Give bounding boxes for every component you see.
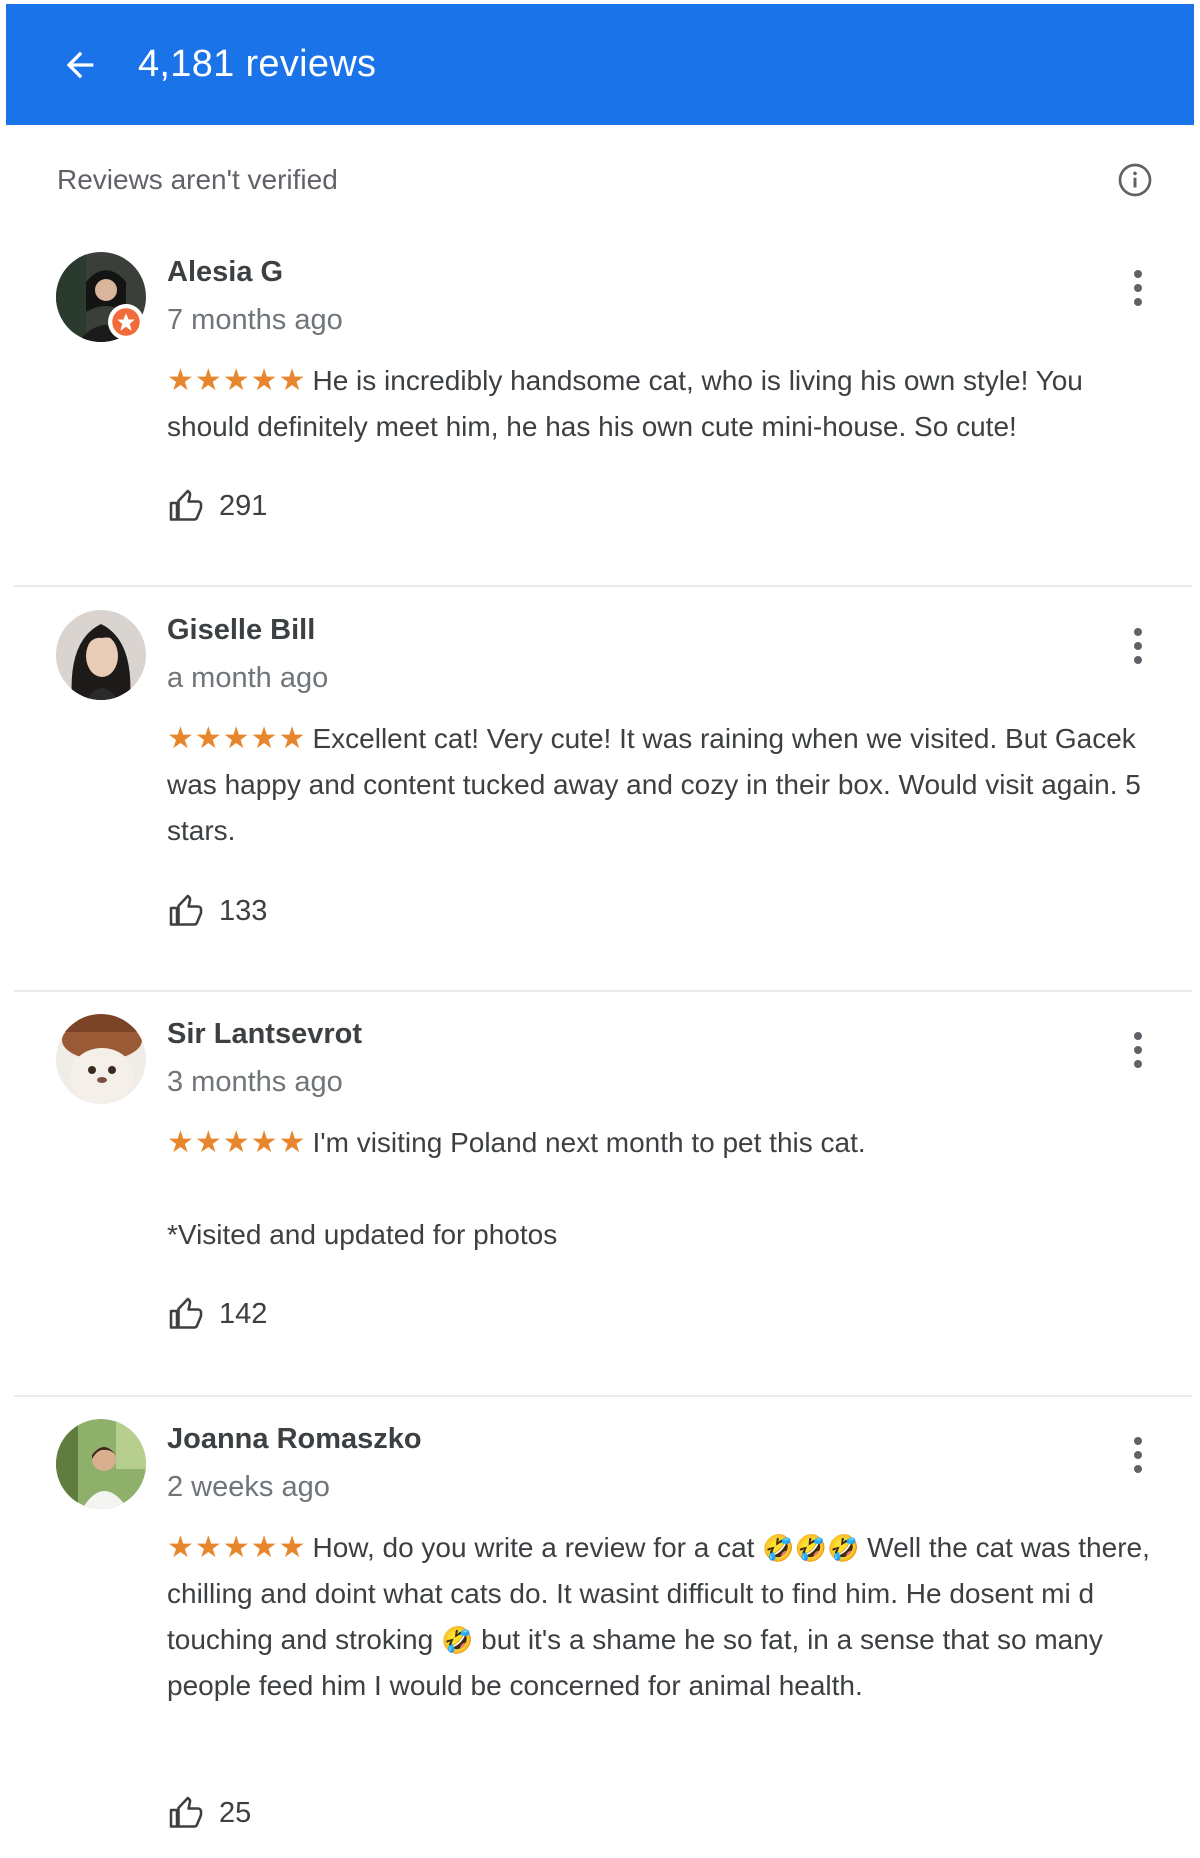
- review-author[interactable]: Sir Lantsevrot: [167, 1014, 362, 1054]
- divider: [14, 990, 1192, 992]
- local-guide-icon: [112, 308, 140, 336]
- like-count: 291: [219, 489, 268, 522]
- avatar-photo: [56, 1014, 146, 1104]
- review-date: 3 months ago: [167, 1066, 343, 1098]
- reviews-page: 4,181 reviews Reviews aren't verified Al…: [0, 0, 1200, 1858]
- avatar[interactable]: [56, 1014, 146, 1104]
- divider: [14, 1395, 1192, 1397]
- more-options-button[interactable]: [1118, 260, 1158, 316]
- more-options-button[interactable]: [1118, 618, 1158, 674]
- review-date: a month ago: [167, 662, 329, 694]
- verification-notice: Reviews aren't verified: [57, 155, 1157, 205]
- star-rating: ★★★★★: [167, 1126, 307, 1159]
- like-button[interactable]: 25: [167, 1795, 251, 1831]
- rofl-emoji: 🤣: [794, 1533, 827, 1563]
- avatar[interactable]: [56, 610, 146, 700]
- review-author[interactable]: Giselle Bill: [167, 610, 315, 650]
- thumbs-up-icon: [169, 1796, 203, 1828]
- like-count: 142: [219, 1297, 268, 1330]
- info-icon: [1118, 163, 1152, 197]
- rofl-emoji: 🤣: [440, 1625, 474, 1655]
- review-update-note: *Visited and updated for photos: [167, 1219, 558, 1250]
- rofl-emoji: 🤣: [762, 1533, 795, 1563]
- star-rating: ★★★★★: [167, 1531, 307, 1564]
- avatar[interactable]: [56, 1419, 146, 1509]
- more-vert-icon: [1134, 628, 1142, 664]
- star-rating: ★★★★★: [167, 364, 307, 397]
- more-options-button[interactable]: [1118, 1022, 1158, 1078]
- rofl-emoji: 🤣: [827, 1533, 860, 1563]
- like-button[interactable]: 142: [167, 1296, 267, 1332]
- review-text: How, do you write a review for a cat: [312, 1532, 755, 1563]
- review-body: ★★★★★ He is incredibly handsome cat, who …: [167, 358, 1157, 450]
- review-body: ★★★★★ How, do you write a review for a ca…: [167, 1525, 1157, 1709]
- divider: [14, 585, 1192, 587]
- review-author[interactable]: Joanna Romaszko: [167, 1419, 422, 1459]
- notice-text: Reviews aren't verified: [57, 164, 338, 195]
- back-button[interactable]: [50, 35, 110, 95]
- star-rating: ★★★★★: [167, 722, 307, 755]
- thumbs-up-icon: [169, 894, 203, 926]
- more-vert-icon: [1134, 1032, 1142, 1068]
- like-count: 25: [219, 1796, 252, 1829]
- review-text: I'm visiting Poland next month to pet th…: [312, 1127, 866, 1158]
- more-options-button[interactable]: [1118, 1427, 1158, 1483]
- review-date: 7 months ago: [167, 304, 343, 336]
- like-button[interactable]: 133: [167, 893, 267, 929]
- page-title: 4,181 reviews: [138, 43, 377, 85]
- info-button[interactable]: [1113, 158, 1157, 202]
- like-button[interactable]: 291: [167, 488, 267, 524]
- more-vert-icon: [1134, 270, 1142, 306]
- avatar-photo: [56, 1419, 146, 1509]
- more-vert-icon: [1134, 1437, 1142, 1473]
- thumbs-up-icon: [169, 1297, 203, 1329]
- avatar-photo: [56, 610, 146, 700]
- arrow-back-icon: [66, 51, 94, 78]
- local-guide-badge: [108, 304, 144, 340]
- like-count: 133: [219, 894, 268, 927]
- app-bar: 4,181 reviews: [6, 4, 1194, 125]
- thumbs-up-icon: [169, 489, 203, 521]
- review-date: 2 weeks ago: [167, 1471, 330, 1503]
- review-body: ★★★★★ Excellent cat! Very cute! It was ra…: [167, 716, 1157, 854]
- review-text: Excellent cat! Very cute! It was raining…: [167, 723, 1141, 846]
- review-author[interactable]: Alesia G: [167, 252, 283, 292]
- review-body: ★★★★★ I'm visiting Poland next month to p…: [167, 1120, 1157, 1258]
